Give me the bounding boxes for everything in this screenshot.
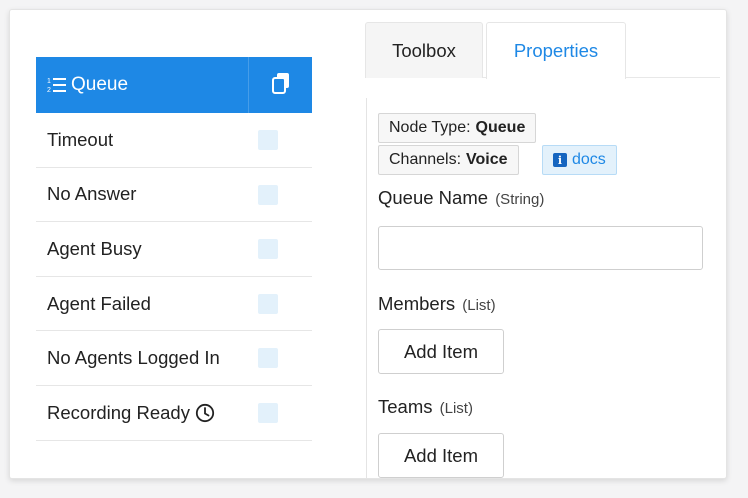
node-title: Queue xyxy=(71,74,129,95)
port-row-no-agents-logged-in: No Agents Logged In xyxy=(36,331,312,386)
members-type: (List) xyxy=(462,297,496,314)
queue-node[interactable]: 1 2 Queue Timeout No Answer Agent Busy A… xyxy=(36,57,312,441)
members-label-text: Members xyxy=(378,293,456,314)
port-row-agent-failed: Agent Failed xyxy=(36,277,312,332)
svg-text:1: 1 xyxy=(47,78,51,85)
tab-toolbox[interactable]: Toolbox xyxy=(365,22,483,78)
port-label: Agent Failed xyxy=(47,292,151,314)
teams-label: Teams (List) xyxy=(378,396,473,418)
port-row-agent-busy: Agent Busy xyxy=(36,222,312,277)
teams-label-text: Teams xyxy=(378,396,433,417)
channels-label: Channels: xyxy=(389,151,462,168)
queue-name-type: (String) xyxy=(495,191,545,208)
docs-link[interactable]: i docs xyxy=(542,145,617,175)
connection-port[interactable] xyxy=(258,239,278,260)
port-row-timeout: Timeout xyxy=(36,113,312,168)
node-type-label: Node Type: xyxy=(389,119,471,136)
connection-port[interactable] xyxy=(258,184,278,205)
svg-text:2: 2 xyxy=(47,87,51,94)
members-label: Members (List) xyxy=(378,293,496,315)
port-label: No Answer xyxy=(47,183,137,205)
properties-pane: Node Type: Queue Channels: Voice i docs … xyxy=(366,98,726,478)
queue-name-input[interactable] xyxy=(378,226,703,270)
flow-editor-card: 1 2 Queue Timeout No Answer Agent Busy A… xyxy=(9,9,727,479)
info-icon: i xyxy=(553,153,567,167)
sidebar-tabs: Toolbox Properties xyxy=(365,22,720,79)
copy-icon xyxy=(271,72,291,99)
port-row-recording-ready: Recording Ready xyxy=(36,386,312,441)
teams-add-item-button[interactable]: Add Item xyxy=(378,433,504,478)
channels-value: Voice xyxy=(466,151,508,168)
channels-badge: Channels: Voice xyxy=(378,145,519,175)
port-label-text: Recording Ready xyxy=(47,401,190,423)
node-type-badge: Node Type: Queue xyxy=(378,113,537,143)
copy-node-button[interactable] xyxy=(248,57,312,113)
port-label: Timeout xyxy=(47,128,114,150)
connection-port[interactable] xyxy=(258,402,278,423)
node-type-value: Queue xyxy=(475,119,526,136)
port-row-no-answer: No Answer xyxy=(36,168,312,223)
port-label: No Agents Logged In xyxy=(47,347,220,369)
connection-port[interactable] xyxy=(258,293,278,314)
teams-type: (List) xyxy=(439,400,473,417)
queue-name-label: Queue Name (String) xyxy=(378,187,544,209)
port-label: Recording Ready xyxy=(47,402,215,424)
members-add-item-button[interactable]: Add Item xyxy=(378,329,504,374)
numbered-list-icon: 1 2 xyxy=(47,75,67,95)
tab-properties[interactable]: Properties xyxy=(486,22,626,79)
clock-icon xyxy=(195,403,215,423)
docs-label: docs xyxy=(572,151,606,168)
connection-port[interactable] xyxy=(258,130,278,150)
queue-name-label-text: Queue Name xyxy=(378,187,489,208)
node-header[interactable]: 1 2 Queue xyxy=(36,57,312,113)
port-label: Agent Busy xyxy=(47,237,142,259)
connection-port[interactable] xyxy=(258,348,278,369)
